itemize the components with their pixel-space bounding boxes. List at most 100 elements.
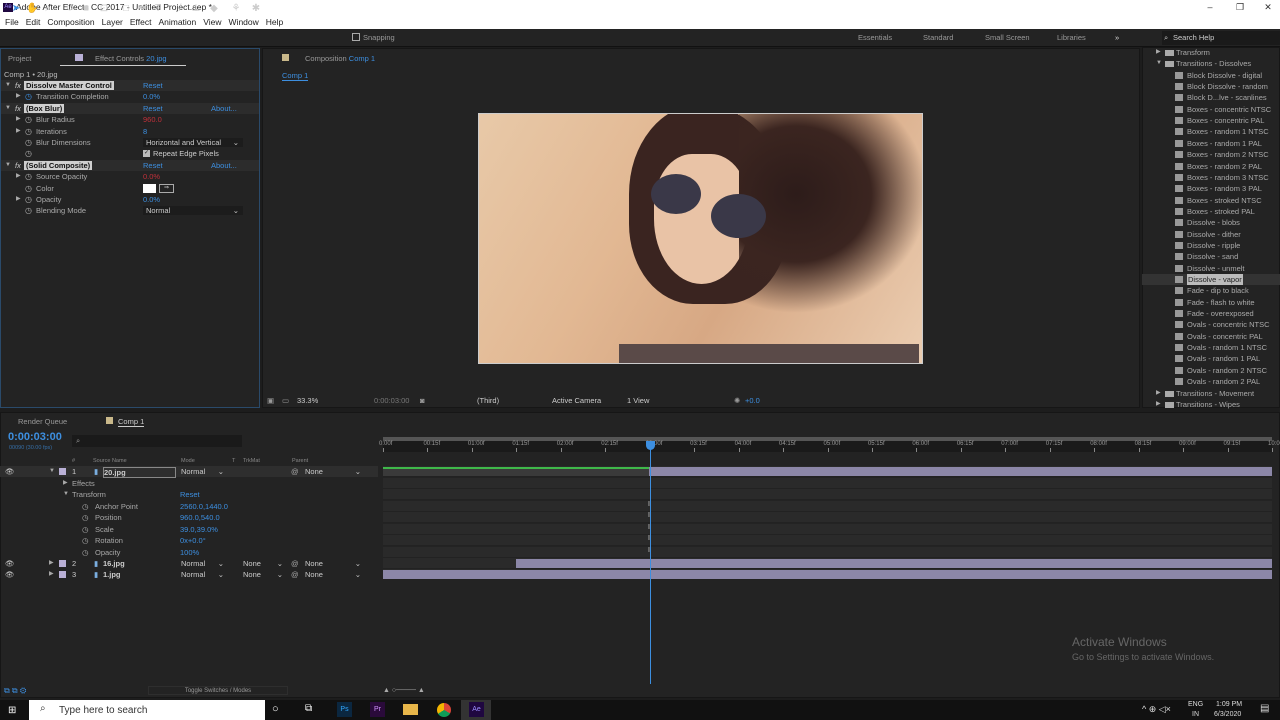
stopwatch-icon[interactable]: ◷	[25, 171, 32, 182]
preset-item[interactable]: Fade - dip to black	[1142, 285, 1280, 296]
rectangle-tool-icon[interactable]: □	[120, 3, 132, 15]
reset-link[interactable]: Reset	[143, 80, 163, 91]
twirl-open-icon[interactable]: ▼	[49, 466, 55, 477]
preset-item[interactable]: Fade - flash to white	[1142, 297, 1280, 308]
parent-dropdown[interactable]: None ⌄	[305, 466, 363, 477]
minimize-button[interactable]: –	[1196, 0, 1224, 15]
workspace-essentials[interactable]: Essentials	[858, 33, 892, 42]
preset-item[interactable]: Block D...lve - scanlines	[1142, 92, 1280, 103]
preset-item[interactable]: Boxes - concentric PAL	[1142, 115, 1280, 126]
preset-item[interactable]: Block Dissolve - random	[1142, 81, 1280, 92]
clock-date[interactable]: 6/3/2020	[1214, 711, 1241, 718]
layer-name[interactable]: 20.jpg	[103, 467, 176, 478]
preset-item[interactable]: Dissolve - ripple	[1142, 240, 1280, 251]
eyedropper-icon[interactable]: ⇒	[159, 183, 174, 193]
views-dropdown[interactable]: 1 View	[627, 396, 649, 405]
camera-dropdown[interactable]: Active Camera	[552, 396, 601, 405]
chrome-app[interactable]	[437, 703, 451, 717]
preset-item[interactable]: Boxes - random 1 PAL	[1142, 138, 1280, 149]
twirl-open-icon[interactable]: ▼	[5, 80, 11, 91]
cortana-icon[interactable]: ○	[272, 703, 279, 715]
property-value[interactable]: 39.0,39.0%	[180, 524, 218, 535]
effect-header[interactable]: ▼ fx (Box Blur) Reset About...	[1, 102, 259, 114]
property-row[interactable]: ◷ Anchor Point 2560.0,1440.0	[0, 501, 378, 512]
hand-tool-icon[interactable]: ✋	[26, 3, 38, 15]
workspace-small-screen[interactable]: Small Screen	[985, 33, 1030, 42]
pen-tool-icon[interactable]: ✒	[136, 3, 148, 15]
roto-brush-tool-icon[interactable]: ⚘	[230, 3, 242, 15]
property-dropdown[interactable]: Normal ⌄	[143, 206, 243, 216]
twirl-closed-icon[interactable]: ▶	[49, 569, 54, 580]
menu-help[interactable]: Help	[266, 17, 283, 27]
effect-header[interactable]: ▼ fx (Solid Composite) Reset About...	[1, 159, 259, 171]
more-workspaces-button[interactable]: »	[1115, 33, 1119, 42]
pan-behind-tool-icon[interactable]: ⊡	[98, 3, 110, 15]
menu-file[interactable]: File	[5, 17, 19, 27]
eraser-tool-icon[interactable]: ◆	[208, 3, 220, 15]
playhead[interactable]	[649, 441, 651, 684]
twirl-open-icon[interactable]: ▼	[63, 489, 69, 500]
twirl-closed-icon[interactable]: ▶	[16, 114, 21, 125]
windows-start-icon[interactable]: ⊞	[8, 705, 16, 716]
property-value[interactable]: 0.0%	[143, 91, 160, 102]
preset-item[interactable]: Boxes - stroked PAL	[1142, 206, 1280, 217]
checkbox[interactable]: ✓	[143, 150, 150, 158]
menu-window[interactable]: Window	[229, 17, 259, 27]
zoom-slider[interactable]: ▲ ○──── ▲	[383, 687, 425, 694]
property-row[interactable]: ◷ Position 960.0,540.0	[0, 512, 378, 523]
label-color[interactable]	[59, 560, 66, 567]
rotate-tool-icon[interactable]: ↺	[64, 3, 76, 15]
tray-icons[interactable]: ^ ⊕ ◁×	[1142, 704, 1171, 715]
preset-item[interactable]: Block Dissolve - digital	[1142, 70, 1280, 81]
effect-header[interactable]: ▼ fx Dissolve Master Control Reset	[1, 80, 259, 91]
layer-bar[interactable]	[383, 570, 1272, 579]
property-dropdown[interactable]: Horizontal and Vertical ⌄	[143, 138, 243, 147]
tab-effect-controls[interactable]: Effect Controls 20.jpg	[95, 54, 167, 63]
twirl-closed-icon[interactable]: ▶	[16, 126, 21, 137]
type-tool-icon[interactable]: T	[152, 3, 164, 15]
preset-item[interactable]: Boxes - random 1 NTSC	[1142, 126, 1280, 137]
track-row[interactable]: I	[383, 512, 1272, 523]
menu-layer[interactable]: Layer	[102, 17, 123, 27]
stopwatch-icon[interactable]: ◷	[82, 501, 89, 512]
trkmat-dropdown[interactable]: None ⌄	[243, 558, 285, 569]
preset-item[interactable]: Boxes - random 3 PAL	[1142, 183, 1280, 194]
zoom-tool-icon[interactable]: ⌕	[42, 3, 54, 15]
track-row[interactable]: I	[383, 535, 1272, 546]
preset-item[interactable]: Ovals - random 2 PAL	[1142, 376, 1280, 387]
preset-folder[interactable]: ▶ Transitions - Wipes	[1142, 399, 1280, 410]
track-row[interactable]: I	[383, 523, 1272, 535]
clone-stamp-tool-icon[interactable]: ⊥	[190, 3, 202, 15]
layer-bar-trimmed[interactable]	[383, 467, 649, 476]
layer-bar[interactable]	[649, 467, 1272, 476]
visibility-eye-icon[interactable]: 👁	[5, 558, 15, 569]
twirl-open-icon[interactable]: ▼	[5, 103, 11, 114]
parent-dropdown[interactable]: None ⌄	[305, 569, 363, 580]
label-color[interactable]	[59, 571, 66, 578]
property-row[interactable]: ◷ Rotation 0x+0.0°	[0, 535, 378, 546]
exposure-reset-icon[interactable]: ✺	[734, 396, 740, 405]
preset-folder[interactable]: ▶ Transitions - Movement	[1142, 388, 1280, 399]
tab-project[interactable]: Project	[8, 54, 31, 63]
stopwatch-icon[interactable]: ◷	[25, 114, 32, 125]
color-swatch[interactable]	[143, 183, 156, 193]
preset-item[interactable]: Boxes - random 3 NTSC	[1142, 172, 1280, 183]
notifications-icon[interactable]: ▤	[1260, 703, 1269, 714]
layer-name[interactable]: 16.jpg	[103, 558, 125, 569]
stopwatch-icon[interactable]: ◷	[25, 148, 32, 159]
always-preview-icon[interactable]: ▣	[267, 396, 274, 405]
track-row[interactable]: I	[383, 500, 1272, 512]
property-row[interactable]: ◷ Scale 39.0,39.0%	[0, 524, 378, 535]
zoom-dropdown[interactable]: 33.3%	[297, 396, 318, 405]
timeline-switches-icons[interactable]: ⧉ ⧉ ⚙	[4, 686, 26, 696]
after-effects-app[interactable]: Ae	[469, 702, 484, 717]
pickwhip-icon[interactable]: @	[291, 558, 299, 569]
resolution-dropdown[interactable]: (Third)	[477, 396, 499, 405]
selection-tool-icon[interactable]: ➤	[10, 3, 22, 15]
label-color[interactable]	[59, 468, 66, 475]
pickwhip-icon[interactable]: @	[291, 569, 299, 580]
layer-row[interactable]: 👁 ▶ 3 ▮ 1.jpg Normal ⌄ None ⌄ @ None ⌄	[0, 569, 378, 580]
property-value[interactable]: 0.0%	[143, 171, 160, 182]
twirl-closed-icon[interactable]: ▶	[1156, 388, 1161, 399]
stopwatch-icon[interactable]: ◷	[25, 183, 32, 194]
